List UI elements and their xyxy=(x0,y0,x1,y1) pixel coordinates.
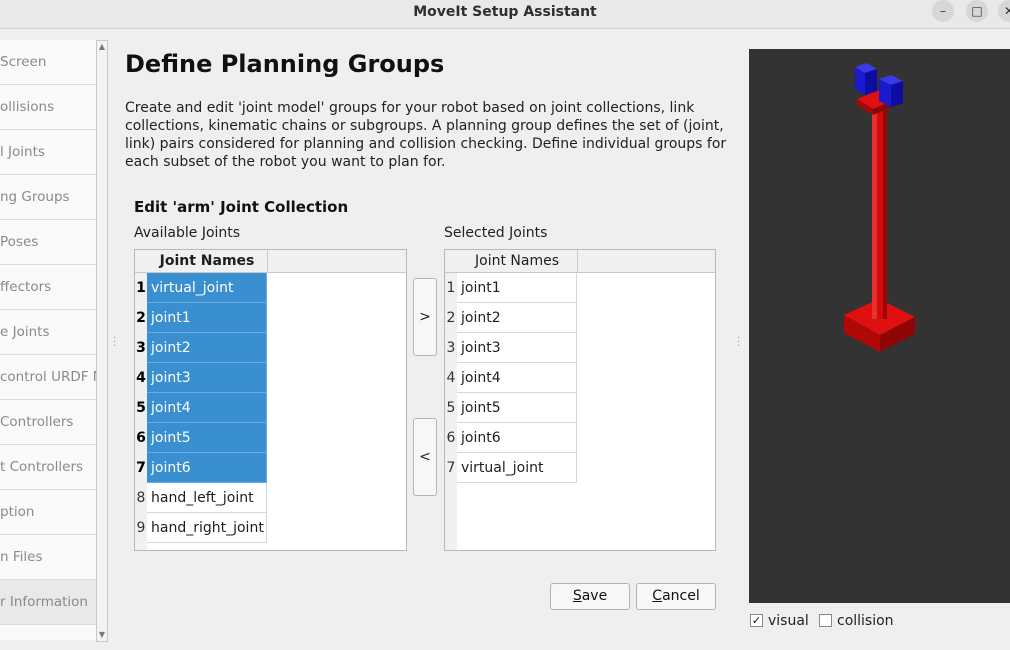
step-label: t Controllers xyxy=(0,459,84,475)
maximize-icon[interactable]: □ xyxy=(966,0,988,22)
step-item[interactable]: e Joints xyxy=(0,310,96,355)
row-number[interactable]: 5 xyxy=(445,393,457,424)
table-row[interactable]: joint3 xyxy=(457,333,577,363)
save-mnemonic: S xyxy=(572,588,582,604)
page-title: Define Planning Groups xyxy=(125,50,445,78)
step-label: ollisions xyxy=(0,99,55,115)
table-row[interactable]: joint6 xyxy=(147,453,267,483)
page-description: Create and edit 'joint model' groups for… xyxy=(125,100,727,170)
step-label: n Files xyxy=(0,549,43,565)
collision-checkbox[interactable] xyxy=(819,614,832,627)
setup-steps-list: Screen ollisions l Joints ng Groups Pose… xyxy=(0,40,97,640)
cancel-button[interactable]: Cancel xyxy=(636,583,716,610)
step-label: ption xyxy=(0,504,35,520)
row-number[interactable]: 1 xyxy=(135,273,147,304)
column-header-joint-names[interactable]: Joint Names xyxy=(147,250,268,273)
table-row[interactable]: hand_left_joint xyxy=(147,483,267,513)
step-item[interactable]: l Joints xyxy=(0,130,96,175)
table-row[interactable]: virtual_joint xyxy=(457,453,577,483)
scroll-down-icon[interactable]: ▼ xyxy=(97,629,107,641)
step-item[interactable]: ffectors xyxy=(0,265,96,310)
selected-joints-table[interactable]: Joint Names 1 joint1 2 joint2 3 joint3 4… xyxy=(444,249,716,551)
robot-3d-viewer[interactable] xyxy=(749,49,1010,603)
step-item[interactable]: Controllers xyxy=(0,400,96,445)
table-row[interactable]: joint4 xyxy=(147,393,267,423)
row-number[interactable]: 1 xyxy=(445,273,457,304)
table-row[interactable]: joint2 xyxy=(457,303,577,333)
row-number[interactable]: 7 xyxy=(135,453,147,484)
table-row[interactable]: joint3 xyxy=(147,363,267,393)
row-number[interactable]: 2 xyxy=(445,303,457,334)
step-label: Controllers xyxy=(0,414,74,430)
row-number[interactable]: 3 xyxy=(135,333,147,364)
row-number[interactable]: 6 xyxy=(445,423,457,454)
row-number[interactable]: 9 xyxy=(135,513,147,544)
table-row[interactable]: joint6 xyxy=(457,423,577,453)
table-row[interactable]: joint5 xyxy=(457,393,577,423)
minimize-icon[interactable]: – xyxy=(932,0,954,22)
step-label: l Joints xyxy=(0,144,45,160)
section-title: Edit 'arm' Joint Collection xyxy=(134,198,349,216)
table-corner xyxy=(445,250,457,273)
save-label: ave xyxy=(581,588,608,604)
row-number[interactable]: 3 xyxy=(445,333,457,364)
window-title: MoveIt Setup Assistant xyxy=(413,4,597,20)
row-number[interactable]: 8 xyxy=(135,483,147,514)
visual-checkbox[interactable]: ✓ xyxy=(750,614,763,627)
cancel-label: ancel xyxy=(662,588,700,604)
robot-model xyxy=(844,63,915,352)
row-number[interactable]: 4 xyxy=(445,363,457,394)
step-label: e Joints xyxy=(0,324,50,340)
row-number[interactable]: 5 xyxy=(135,393,147,424)
step-label: r Information xyxy=(0,594,88,610)
window-titlebar: MoveIt Setup Assistant – □ ✕ xyxy=(0,0,1010,29)
row-header-filler xyxy=(135,543,147,550)
cancel-mnemonic: C xyxy=(652,588,663,604)
step-item[interactable]: r Information xyxy=(0,580,96,625)
step-label: ng Groups xyxy=(0,189,70,205)
available-joints-table[interactable]: Joint Names 1 virtual_joint 2 joint1 3 j… xyxy=(134,249,407,551)
step-item[interactable]: ng Groups xyxy=(0,175,96,220)
remove-joint-button[interactable]: < xyxy=(413,418,437,496)
table-corner xyxy=(135,250,147,273)
step-item[interactable]: control URDF M xyxy=(0,355,96,400)
available-joints-label: Available Joints xyxy=(134,225,241,241)
step-item[interactable]: n Files xyxy=(0,535,96,580)
table-row[interactable]: joint2 xyxy=(147,333,267,363)
step-label: ffectors xyxy=(0,279,52,295)
table-row[interactable]: virtual_joint xyxy=(147,273,267,303)
step-item[interactable]: t Controllers xyxy=(0,445,96,490)
row-number[interactable]: 7 xyxy=(445,453,457,484)
step-item[interactable]: ption xyxy=(0,490,96,535)
table-row[interactable]: hand_right_joint xyxy=(147,513,267,543)
add-joint-button[interactable]: > xyxy=(413,278,437,356)
header-filler xyxy=(268,250,406,273)
table-row[interactable]: joint4 xyxy=(457,363,577,393)
table-row[interactable]: joint5 xyxy=(147,423,267,453)
step-item[interactable]: ollisions xyxy=(0,85,96,130)
row-number[interactable]: 4 xyxy=(135,363,147,394)
step-item[interactable]: Poses xyxy=(0,220,96,265)
splitter-handle[interactable]: · · · xyxy=(113,334,117,352)
row-number[interactable]: 2 xyxy=(135,303,147,334)
step-item[interactable]: Screen xyxy=(0,40,96,85)
step-label: Poses xyxy=(0,234,39,250)
column-header-joint-names[interactable]: Joint Names xyxy=(457,250,578,273)
table-row[interactable]: joint1 xyxy=(457,273,577,303)
splitter-handle[interactable]: · · · xyxy=(737,334,741,352)
table-row[interactable]: joint1 xyxy=(147,303,267,333)
save-button[interactable]: Save xyxy=(550,583,630,610)
row-number[interactable]: 6 xyxy=(135,423,147,454)
visual-label: visual xyxy=(768,613,809,629)
selected-joints-label: Selected Joints xyxy=(444,225,548,241)
header-filler xyxy=(578,250,715,273)
step-label: Screen xyxy=(0,54,47,70)
row-header-filler xyxy=(445,483,457,550)
scroll-up-icon[interactable]: ▲ xyxy=(97,41,107,53)
steps-scrollbar[interactable]: ▲ ▼ xyxy=(96,40,108,642)
collision-label: collision xyxy=(837,613,894,629)
step-label: control URDF M xyxy=(0,369,96,385)
